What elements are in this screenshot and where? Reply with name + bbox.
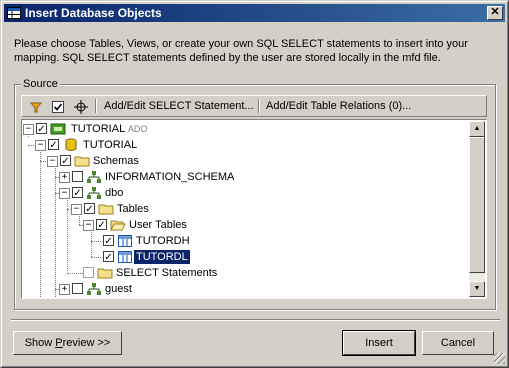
tree-label: Tables: [117, 203, 149, 215]
cancel-button[interactable]: Cancel: [422, 331, 494, 355]
folder-icon: [98, 204, 114, 215]
tree-item-guest[interactable]: + guest: [23, 281, 469, 297]
tree-label: SELECT Statements: [116, 267, 218, 279]
window-title: Insert Database Objects: [25, 6, 162, 20]
tree-item-database[interactable]: − ✓ TUTORIAL: [23, 137, 469, 153]
scroll-down-icon[interactable]: ▼: [469, 281, 485, 297]
expand-toggle[interactable]: +: [59, 172, 70, 183]
tree-item-select-statements[interactable]: SELECT Statements: [23, 265, 469, 281]
filter-icon[interactable]: [30, 99, 42, 115]
tree-item-dbo[interactable]: − ✓ dbo: [23, 185, 469, 201]
tree-item-table-tutordh[interactable]: ✓ TUTORDH: [23, 233, 469, 249]
checkbox[interactable]: ✓: [84, 203, 95, 215]
tree-item-table-tutordl[interactable]: ✓ TUTORDL: [23, 249, 469, 265]
add-edit-relations-button[interactable]: Add/Edit Table Relations (0)...: [266, 98, 411, 114]
resize-grip-icon[interactable]: [494, 353, 505, 364]
collapse-toggle[interactable]: −: [59, 188, 70, 199]
collapse-toggle[interactable]: −: [71, 204, 82, 215]
tree-label: TUTORIAL ADO: [71, 123, 148, 135]
tree-item-user-tables[interactable]: − ✓ User Tables: [23, 217, 469, 233]
checkbox[interactable]: ✓: [103, 235, 114, 247]
collapse-toggle[interactable]: −: [35, 140, 46, 151]
insert-button[interactable]: Insert: [342, 330, 416, 356]
toolbar-separator: [95, 99, 97, 113]
schema-icon: [87, 283, 101, 295]
title-bar[interactable]: Insert Database Objects ✕: [4, 4, 505, 22]
source-toolbar: Add/Edit SELECT Statement... Add/Edit Ta…: [21, 95, 487, 117]
tree-label: TUTORIAL: [83, 139, 138, 151]
source-label: Source: [21, 78, 60, 90]
checkbox[interactable]: [72, 171, 83, 182]
checkbox[interactable]: ✓: [96, 219, 107, 231]
expand-toggle[interactable]: +: [59, 284, 70, 295]
schema-icon: [87, 187, 101, 199]
schema-icon: [87, 171, 101, 183]
checkbox[interactable]: [72, 283, 83, 294]
folder-icon: [97, 268, 113, 279]
separator-line: [11, 319, 500, 321]
scroll-thumb[interactable]: [469, 137, 485, 273]
tree-label: TUTORDH: [136, 235, 190, 247]
vertical-scrollbar[interactable]: ▲ ▼: [469, 121, 485, 297]
instructions-line-2: mapping. SQL SELECT statements defined b…: [14, 52, 441, 64]
tree-label: INFORMATION_SCHEMA: [105, 171, 235, 183]
checkbox[interactable]: ✓: [60, 155, 71, 167]
checkbox[interactable]: ✓: [48, 139, 59, 151]
collapse-toggle[interactable]: −: [83, 220, 94, 231]
close-button[interactable]: ✕: [487, 6, 503, 20]
checked-objects-icon[interactable]: [52, 99, 64, 115]
instructions-line-1: Please choose Tables, Views, or create y…: [14, 38, 468, 50]
tree-item-information-schema[interactable]: + INFORMATION_SCHEMA: [23, 169, 469, 185]
checkbox[interactable]: ✓: [103, 251, 114, 263]
folder-open-icon: [110, 220, 126, 231]
dialog-window: Insert Database Objects ✕ Please choose …: [0, 0, 509, 368]
folder-icon: [74, 156, 90, 167]
tree-label: Schemas: [93, 155, 139, 167]
database-connection-icon: [50, 123, 66, 135]
tree-label-selected: TUTORDL: [133, 249, 191, 265]
tree-label: dbo: [105, 187, 124, 199]
checkbox[interactable]: ✓: [72, 187, 83, 199]
table-icon: [7, 7, 21, 19]
database-tree[interactable]: − ✓ TUTORIAL ADO − ✓ TUTORIAL − ✓ Schema…: [21, 119, 487, 299]
instructions-text: Please choose Tables, Views, or create y…: [14, 37, 494, 65]
tree-label: guest: [105, 283, 132, 295]
show-preview-button[interactable]: Show Preview >>: [13, 331, 122, 355]
scroll-up-icon[interactable]: ▲: [469, 121, 485, 137]
toolbar-separator: [258, 99, 260, 113]
tree-content: − ✓ TUTORIAL ADO − ✓ TUTORIAL − ✓ Schema…: [23, 121, 469, 297]
tree-item-root[interactable]: − ✓ TUTORIAL ADO: [23, 121, 469, 137]
table-icon: [118, 235, 132, 247]
tree-label: User Tables: [129, 219, 187, 231]
database-icon: [65, 138, 77, 151]
collapse-toggle[interactable]: −: [23, 124, 34, 135]
checkbox-disabled: [83, 267, 94, 278]
tree-item-tables[interactable]: − ✓ Tables: [23, 201, 469, 217]
crosshair-icon[interactable]: [74, 99, 88, 115]
collapse-toggle[interactable]: −: [47, 156, 58, 167]
tree-item-schemas[interactable]: − ✓ Schemas: [23, 153, 469, 169]
checkbox[interactable]: ✓: [36, 123, 47, 135]
add-edit-select-button[interactable]: Add/Edit SELECT Statement...: [104, 98, 254, 114]
table-icon: [118, 251, 132, 263]
